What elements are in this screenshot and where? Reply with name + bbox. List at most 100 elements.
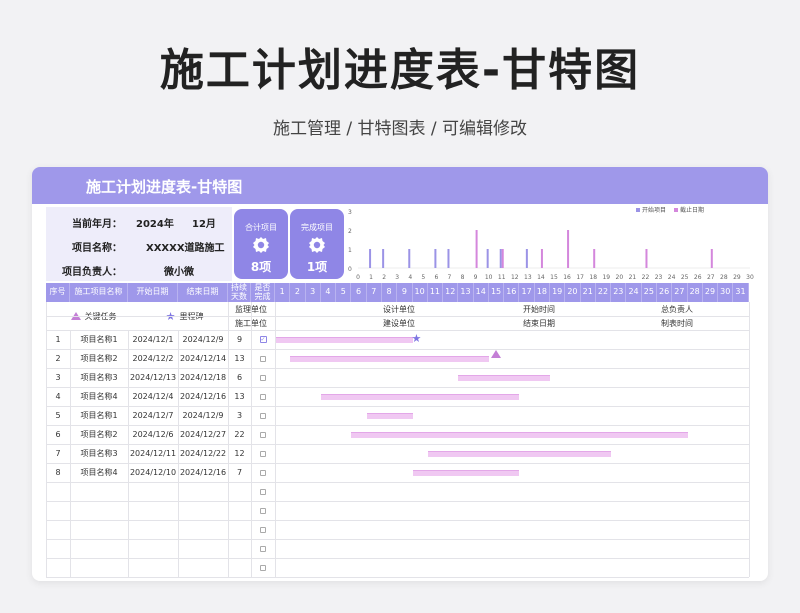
cell-name[interactable]: 项目名称2 [70, 425, 128, 444]
gantt-bar[interactable] [275, 337, 413, 343]
done-checkbox[interactable] [260, 507, 266, 514]
chart-bar [501, 249, 504, 268]
cell-start[interactable]: 2024/12/7 [128, 406, 178, 425]
cell-duration[interactable]: 7 [228, 463, 251, 482]
day-header: 6 [351, 283, 367, 302]
cell-end[interactable]: 2024/12/9 [178, 406, 228, 425]
done-checkbox-cell[interactable] [251, 387, 275, 406]
done-checkbox-cell[interactable]: ✓ [251, 330, 275, 349]
cell-end[interactable]: 2024/12/16 [178, 387, 228, 406]
stat-done-value: 1项 [306, 260, 328, 274]
done-checkbox[interactable] [260, 526, 266, 533]
row-divider [46, 463, 749, 464]
cell-start[interactable]: 2024/12/4 [128, 387, 178, 406]
done-checkbox[interactable] [260, 545, 266, 552]
cell-name[interactable]: 项目名称3 [70, 368, 128, 387]
cell-index[interactable]: 8 [46, 463, 70, 482]
done-checkbox[interactable] [260, 450, 266, 457]
meta-creator: 制表时间 [661, 318, 693, 328]
done-checkbox-cell[interactable] [251, 463, 275, 482]
done-checkbox[interactable] [260, 355, 266, 362]
done-checkbox-cell[interactable] [251, 520, 275, 539]
cell-duration[interactable]: 22 [228, 425, 251, 444]
cell-end[interactable]: 2024/12/18 [178, 368, 228, 387]
x-tick-label: 3 [395, 274, 399, 281]
gantt-bar[interactable] [366, 413, 413, 419]
gantt-bar[interactable] [427, 451, 612, 457]
gantt-bar[interactable] [290, 356, 489, 362]
year-value[interactable]: 2024年 [136, 215, 174, 230]
done-checkbox[interactable] [260, 374, 266, 381]
y-tick-label: 1 [348, 247, 352, 254]
stat-total-label: 合计项目 [245, 223, 277, 232]
done-checkbox[interactable] [260, 431, 266, 438]
cell-duration[interactable]: 9 [228, 330, 251, 349]
done-checkbox-cell[interactable] [251, 406, 275, 425]
done-checkbox-cell[interactable] [251, 444, 275, 463]
cell-duration[interactable]: 3 [228, 406, 251, 425]
gantt-bar[interactable] [458, 375, 551, 381]
cell-start[interactable]: 2024/12/13 [128, 368, 178, 387]
day-header: 28 [687, 283, 703, 302]
done-checkbox-cell[interactable] [251, 539, 275, 558]
cell-end[interactable]: 2024/12/14 [178, 349, 228, 368]
cell-end[interactable]: 2024/12/9 [178, 330, 228, 349]
owner-label: 项目负责人： [62, 267, 122, 278]
cell-name[interactable]: 项目名称3 [70, 444, 128, 463]
cell-start[interactable]: 2024/12/1 [128, 330, 178, 349]
page-subtitle: 施工管理 / 甘特图表 / 可编辑修改 [272, 119, 528, 139]
cell-end[interactable]: 2024/12/16 [178, 463, 228, 482]
done-checkbox-cell[interactable] [251, 368, 275, 387]
done-checkbox-cell[interactable] [251, 425, 275, 444]
done-checkbox[interactable] [260, 393, 266, 400]
cell-end[interactable]: 2024/12/22 [178, 444, 228, 463]
day-header: 17 [519, 283, 535, 302]
cell-start[interactable]: 2024/12/11 [128, 444, 178, 463]
stat-done: 完成项目 1项 [290, 209, 344, 279]
done-checkbox[interactable]: ✓ [259, 336, 267, 343]
cell-index[interactable]: 4 [46, 387, 70, 406]
done-checkbox[interactable] [260, 564, 266, 571]
day-header: 30 [718, 283, 734, 302]
project-value[interactable]: XXXXX道路施工 [146, 239, 225, 254]
day-header: 9 [397, 283, 413, 302]
cell-duration[interactable]: 6 [228, 368, 251, 387]
cell-name[interactable]: 项目名称1 [70, 330, 128, 349]
cell-index[interactable]: 7 [46, 444, 70, 463]
cell-duration[interactable]: 12 [228, 444, 251, 463]
column-header-done: 是否完成 [251, 283, 275, 302]
cell-name[interactable]: 项目名称4 [70, 463, 128, 482]
cell-index[interactable]: 1 [46, 330, 70, 349]
cell-name[interactable]: 项目名称2 [70, 349, 128, 368]
cell-duration[interactable]: 13 [228, 349, 251, 368]
cell-index[interactable]: 5 [46, 406, 70, 425]
cell-duration[interactable]: 13 [228, 387, 251, 406]
done-checkbox[interactable] [260, 488, 266, 495]
done-checkbox-cell[interactable] [251, 558, 275, 577]
day-header: 25 [641, 283, 657, 302]
cell-start[interactable]: 2024/12/10 [128, 463, 178, 482]
done-checkbox-cell[interactable] [251, 482, 275, 501]
done-checkbox-cell[interactable] [251, 501, 275, 520]
x-tick-label: 27 [707, 274, 715, 281]
month-value[interactable]: 12月 [192, 215, 216, 230]
row-divider [46, 406, 749, 407]
owner-value[interactable]: 微小微 [164, 263, 194, 278]
cell-index[interactable]: 6 [46, 425, 70, 444]
gantt-bar[interactable] [320, 394, 520, 400]
done-checkbox[interactable] [260, 469, 266, 476]
cell-name[interactable]: 项目名称1 [70, 406, 128, 425]
milestone-star-icon: ★ [411, 332, 422, 345]
cell-name[interactable]: 项目名称4 [70, 387, 128, 406]
done-checkbox[interactable] [260, 412, 266, 419]
row-divider [46, 349, 749, 350]
gantt-bar[interactable] [351, 432, 688, 438]
done-checkbox-cell[interactable] [251, 349, 275, 368]
cell-end[interactable]: 2024/12/27 [178, 425, 228, 444]
cell-start[interactable]: 2024/12/2 [128, 349, 178, 368]
card-header: 施工计划进度表-甘特图 [32, 167, 768, 204]
cell-index[interactable]: 2 [46, 349, 70, 368]
gantt-bar[interactable] [412, 470, 520, 476]
cell-index[interactable]: 3 [46, 368, 70, 387]
cell-start[interactable]: 2024/12/6 [128, 425, 178, 444]
